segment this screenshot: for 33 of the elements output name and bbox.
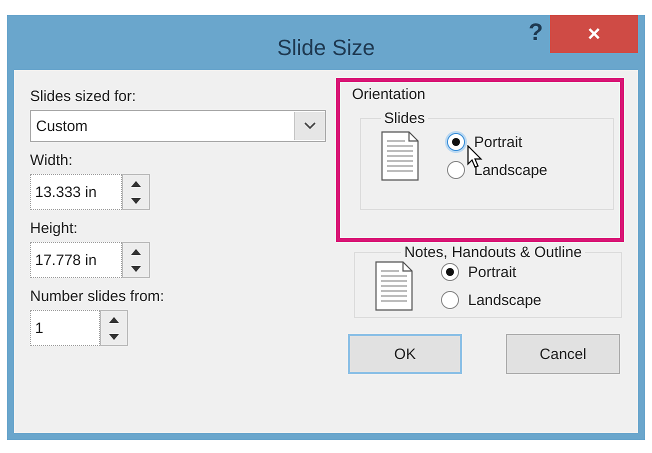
spin-field[interactable]: 1 [30, 310, 100, 346]
radio-button[interactable] [447, 161, 465, 179]
spin-buttons[interactable] [100, 310, 128, 346]
spin-field[interactable]: 13.333 in [30, 174, 122, 210]
field-label: Width: [30, 152, 74, 169]
spin-buttons[interactable] [122, 242, 150, 278]
radio-label[interactable]: Landscape [468, 292, 542, 308]
window-title: Slide Size [277, 34, 375, 60]
radio-button[interactable] [441, 291, 459, 309]
help-button[interactable]: ? [528, 19, 543, 47]
radio-label[interactable]: Landscape [474, 162, 548, 178]
field-label: Height: [30, 220, 79, 237]
dialog-button[interactable]: OK [348, 334, 462, 374]
radio-label[interactable]: Portrait [468, 264, 516, 280]
page-icon [375, 261, 413, 311]
radio-option[interactable]: Landscape [441, 291, 542, 309]
radio-button[interactable] [441, 263, 459, 281]
group-title: Orientation [352, 86, 426, 103]
size-dropdown[interactable]: Custom [30, 110, 326, 142]
radio-option[interactable]: Portrait [447, 133, 548, 151]
field-label: Number slides from: [30, 288, 166, 305]
spin-buttons[interactable] [122, 174, 150, 210]
radio-option[interactable]: Portrait [441, 263, 542, 281]
spin-field[interactable]: 17.778 in [30, 242, 122, 278]
dialog-button[interactable]: Cancel [506, 334, 620, 374]
group-title: Slides [383, 110, 426, 127]
field-label: Slides sized for: [30, 88, 137, 105]
radio-option[interactable]: Landscape [447, 161, 548, 179]
radio-label[interactable]: Portrait [474, 134, 522, 150]
close-button[interactable]: × [550, 15, 638, 53]
radio-button[interactable] [447, 133, 465, 151]
group-title: Notes, Handouts & Outline [403, 244, 583, 261]
page-icon [381, 131, 419, 181]
